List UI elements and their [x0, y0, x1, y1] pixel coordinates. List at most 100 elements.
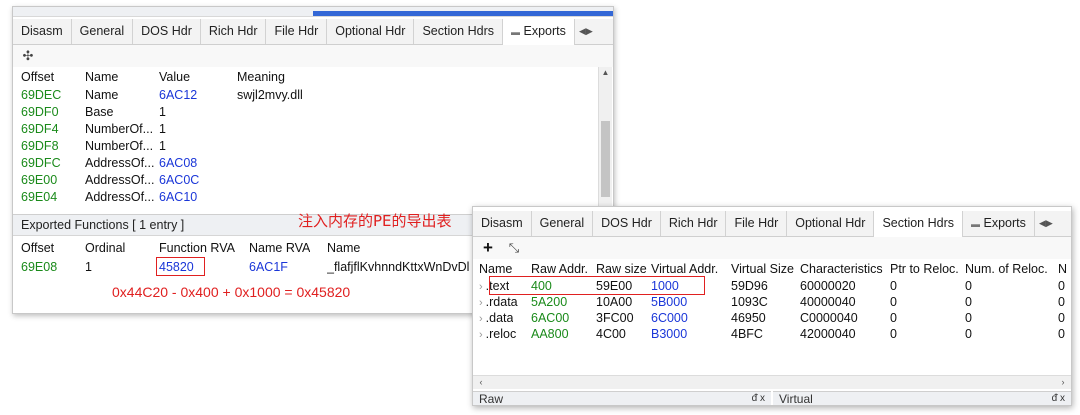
tab-scroll-arrows-icon[interactable]: ◀▶ — [1035, 211, 1057, 236]
scroll-up-icon[interactable]: ▲ — [599, 67, 612, 79]
expand-chevron-icon[interactable]: › — [479, 313, 483, 325]
row-name: AddressOf... — [85, 190, 155, 204]
table-row[interactable]: › .data 6AC00 3FC00 6C000 46950 C0000040 … — [473, 310, 1071, 326]
row-raw-addr: 5A200 — [531, 295, 568, 309]
column-name: Name — [479, 262, 513, 276]
row-raw-size: 3FC00 — [596, 311, 634, 325]
row-num-reloc: 0 — [965, 311, 972, 325]
expand-icon[interactable]: ⤡ — [507, 241, 521, 255]
table-row[interactable]: 69DEC Name 6AC12 swjl2mvy.dll — [13, 87, 597, 103]
tab-section-hdrs[interactable]: Section Hdrs — [874, 211, 963, 237]
column-n: N — [1058, 262, 1068, 276]
tab-bar: Disasm General DOS Hdr Rich Hdr File Hdr… — [473, 211, 1071, 237]
row-name: AddressOf... — [85, 156, 155, 170]
row-offset: 69DFC — [21, 156, 61, 170]
toolbar: + ⤡ — [473, 237, 1071, 259]
row-offset: 69E04 — [21, 190, 58, 204]
row-section-name: .reloc — [485, 327, 517, 341]
tab-disasm[interactable]: Disasm — [473, 211, 532, 236]
tab-exports[interactable]: ▬ Exports — [963, 211, 1035, 236]
raw-pane-header: Raw ᵭ x — [473, 391, 771, 405]
table-row[interactable]: 69DF8 NumberOf... 1 — [13, 138, 597, 154]
row-value: 6AC12 — [159, 88, 198, 102]
row-value: 6AC08 — [159, 156, 198, 170]
table-row[interactable]: 69DFC AddressOf... 6AC08 — [13, 155, 597, 171]
scroll-left-icon[interactable]: ‹ — [475, 376, 487, 389]
raw-pane-controls-icon[interactable]: ᵭ x — [752, 392, 765, 405]
add-icon[interactable]: + — [481, 239, 495, 256]
row-virtual-addr: B3000 — [651, 327, 688, 341]
row-value: 1 — [159, 122, 166, 136]
row-num-reloc: 0 — [965, 279, 972, 293]
window-top-strip — [13, 7, 613, 17]
row-raw-addr: AA800 — [531, 327, 569, 341]
tab-general[interactable]: General — [72, 19, 134, 44]
sections-horizontal-scrollbar[interactable]: ‹ › — [473, 375, 1071, 389]
row-export-name: _flafjflKvhnndKttxWnDvDl — [327, 260, 470, 274]
row-ptr-reloc: 0 — [890, 295, 897, 309]
row-name: NumberOf... — [85, 139, 154, 153]
column-value: Value — [159, 70, 191, 84]
tab-exports[interactable]: ▬ Exports — [503, 19, 575, 45]
row-n: 0 — [1058, 295, 1065, 309]
row-num-reloc: 0 — [965, 327, 972, 341]
row-value: 1 — [159, 105, 166, 119]
tab-rich-hdr[interactable]: Rich Hdr — [661, 211, 727, 236]
tab-file-hdr[interactable]: File Hdr — [266, 19, 328, 44]
table-row[interactable]: 69E00 AddressOf... 6AC0C — [13, 172, 597, 188]
tab-optional-hdr[interactable]: Optional Hdr — [327, 19, 415, 44]
column-raw-addr: Raw Addr. — [531, 262, 588, 276]
table-row[interactable]: › .rdata 5A200 10A00 5B000 1093C 40000040… — [473, 294, 1071, 310]
column-virtual-addr: Virtual Addr. — [651, 262, 719, 276]
row-characteristics: 60000020 — [800, 279, 856, 293]
header-table-scrollbar[interactable]: ▲ — [598, 67, 612, 207]
column-offset: Offset — [21, 70, 55, 84]
tab-bar: Disasm General DOS Hdr Rich Hdr File Hdr… — [13, 19, 613, 45]
row-n: 0 — [1058, 311, 1065, 325]
tab-section-hdrs[interactable]: Section Hdrs — [414, 19, 503, 44]
row-virtual-size: 59D96 — [731, 279, 768, 293]
row-name: Name — [85, 88, 119, 102]
row-section-name: .rdata — [485, 295, 518, 309]
tab-rich-hdr[interactable]: Rich Hdr — [201, 19, 267, 44]
tab-general[interactable]: General — [532, 211, 594, 236]
tab-dos-hdr[interactable]: DOS Hdr — [133, 19, 201, 44]
rva-formula-annotation: 0x44C20 - 0x400 + 0x1000 = 0x45820 — [112, 284, 351, 300]
column-virtual-size: Virtual Size — [731, 262, 794, 276]
tab-optional-hdr[interactable]: Optional Hdr — [787, 211, 875, 236]
move-icon[interactable]: ✣ — [21, 49, 35, 63]
text-section-highlight-box — [489, 276, 705, 295]
tab-disasm[interactable]: Disasm — [13, 19, 72, 44]
tab-file-hdr[interactable]: File Hdr — [726, 211, 788, 236]
row-name-rva: 6AC1F — [249, 260, 288, 274]
tab-dos-hdr[interactable]: DOS Hdr — [593, 211, 661, 236]
row-n: 0 — [1058, 327, 1065, 341]
row-ptr-reloc: 0 — [890, 327, 897, 341]
virtual-pane-controls-icon[interactable]: ᵭ x — [1052, 392, 1065, 405]
toolbar: ✣ — [13, 45, 613, 67]
column-name: Name — [327, 241, 361, 255]
row-offset: 69DEC — [21, 88, 62, 102]
expand-chevron-icon[interactable]: › — [479, 329, 483, 341]
row-num-reloc: 0 — [965, 295, 972, 309]
scroll-thumb[interactable] — [601, 121, 610, 197]
tab-scroll-arrows-icon[interactable]: ◀▶ — [575, 19, 597, 44]
row-value: 6AC0C — [159, 173, 200, 187]
column-raw-size: Raw size — [596, 262, 647, 276]
table-row[interactable]: 69E04 AddressOf... 6AC10 — [13, 189, 597, 205]
scroll-right-icon[interactable]: › — [1057, 376, 1069, 389]
expand-chevron-icon[interactable]: › — [479, 297, 483, 309]
row-section-name: .data — [485, 311, 514, 325]
table-row[interactable]: 69DF4 NumberOf... 1 — [13, 121, 597, 137]
function-rva-highlight-box — [156, 257, 205, 276]
table-icon: ▬ — [971, 219, 980, 229]
table-row[interactable]: › .reloc AA800 4C00 B3000 4BFC 42000040 0… — [473, 326, 1071, 342]
table-row[interactable]: 69DF0 Base 1 — [13, 104, 597, 120]
expand-chevron-icon[interactable]: › — [479, 281, 483, 293]
section-headers-window: Disasm General DOS Hdr Rich Hdr File Hdr… — [472, 206, 1072, 406]
row-value: 6AC10 — [159, 190, 198, 204]
row-characteristics: 42000040 — [800, 327, 856, 341]
column-meaning: Meaning — [237, 70, 285, 84]
column-name: Name — [85, 70, 119, 84]
row-name: AddressOf... — [85, 173, 155, 187]
